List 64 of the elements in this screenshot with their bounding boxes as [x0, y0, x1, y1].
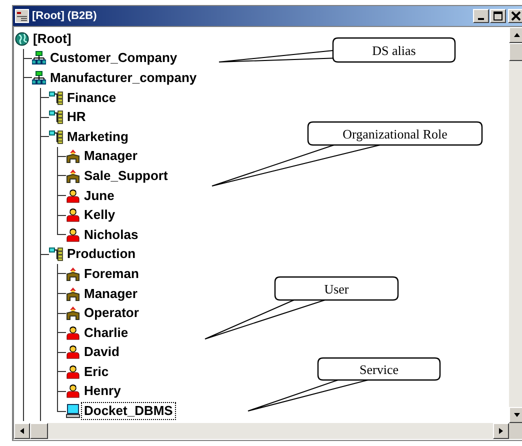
down-arrow-icon	[513, 411, 521, 419]
callout-label: Organizational Role	[342, 126, 448, 142]
tree-item[interactable]: Foreman	[81, 264, 142, 283]
callout-label: DS alias	[372, 43, 416, 58]
tree-item[interactable]: Manufacturer_company	[47, 68, 200, 87]
org-chart-icon	[49, 247, 63, 262]
role-icon	[66, 306, 80, 320]
tree-item[interactable]: Sale_Support	[81, 166, 171, 185]
tree-item[interactable]: Docket_DBMS	[81, 402, 176, 420]
person-icon	[66, 188, 80, 203]
tree-item[interactable]: Nicholas	[81, 226, 142, 244]
tree-item[interactable]: Finance	[64, 88, 120, 107]
maximize-button[interactable]	[490, 9, 506, 23]
scroll-up-button[interactable]	[509, 27, 522, 43]
horizontal-scrollbar[interactable]	[14, 423, 522, 439]
tree-item[interactable]: Henry	[81, 382, 124, 400]
globe-icon	[15, 32, 29, 46]
tree-item[interactable]: HR	[64, 108, 89, 126]
person-icon	[66, 384, 80, 398]
computer-icon	[66, 404, 80, 418]
callout-label: Service	[360, 362, 398, 377]
tree-item[interactable]: Charlie	[81, 324, 132, 342]
role-icon	[66, 168, 80, 183]
callout-label: User	[324, 282, 349, 296]
person-icon	[66, 208, 80, 222]
window-icon	[15, 9, 29, 23]
tree-item[interactable]: Eric	[81, 362, 112, 381]
scroll-down-button[interactable]	[509, 407, 522, 423]
tree-item[interactable]: Manager	[81, 147, 140, 166]
scroll-right-button[interactable]	[493, 423, 509, 439]
maximize-icon	[493, 11, 503, 21]
tree-item[interactable]: [Root]	[30, 30, 74, 48]
tree-item[interactable]: Manager	[81, 284, 140, 303]
close-button[interactable]	[508, 9, 522, 23]
org-chart-icon	[49, 90, 63, 105]
tree-item[interactable]: Customer_Company	[47, 49, 180, 68]
org-chart-icon	[49, 110, 63, 124]
scrollbar-thumb[interactable]	[30, 423, 48, 439]
tree-item[interactable]: Kelly	[81, 206, 118, 224]
tree-item[interactable]: Production	[64, 245, 139, 264]
person-icon	[66, 364, 80, 379]
tree-item[interactable]: David	[81, 343, 122, 362]
minimize-button[interactable]	[473, 9, 489, 23]
network-icon	[32, 51, 46, 66]
window-title: [Root] (B2B)	[32, 10, 97, 22]
left-arrow-icon	[18, 427, 26, 435]
tree-item[interactable]: Marketing	[64, 128, 132, 146]
close-icon	[511, 11, 521, 21]
tree-item[interactable]: Operator	[81, 304, 142, 322]
org-chart-icon	[49, 130, 63, 144]
minimize-icon	[478, 18, 484, 20]
up-arrow-icon	[513, 31, 521, 39]
person-icon	[66, 228, 80, 242]
person-icon	[66, 326, 80, 340]
tree-item[interactable]: June	[81, 186, 118, 205]
scroll-left-button[interactable]	[14, 423, 30, 439]
vertical-scrollbar[interactable]	[509, 27, 522, 423]
scrollbar-thumb[interactable]	[509, 43, 522, 61]
role-icon	[66, 266, 80, 281]
right-arrow-icon	[497, 427, 505, 435]
network-icon	[32, 70, 46, 85]
role-icon	[66, 286, 80, 301]
role-icon	[66, 149, 80, 164]
person-icon	[66, 345, 80, 360]
